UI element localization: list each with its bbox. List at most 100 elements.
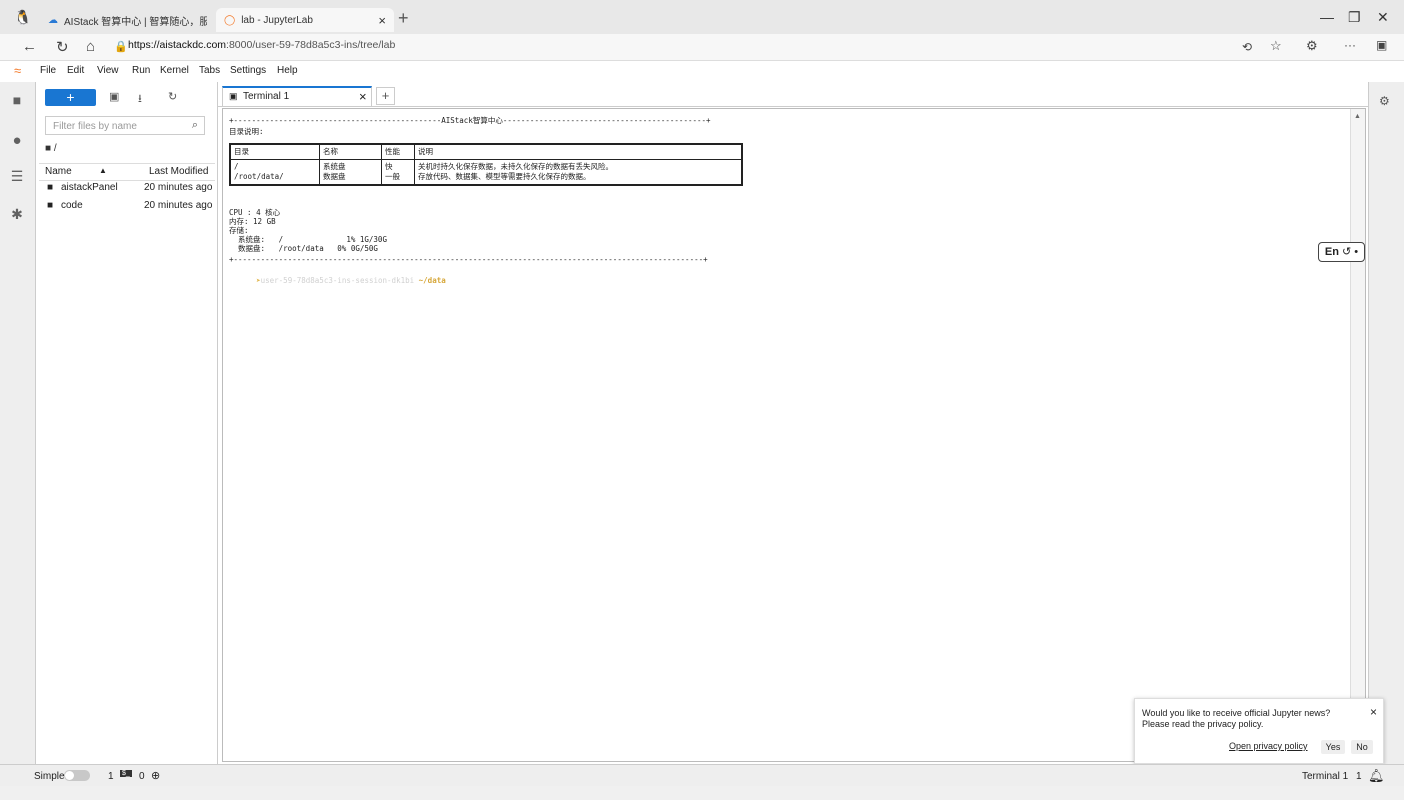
column-name-header[interactable]: Name — [45, 166, 72, 177]
browser-tab-jupyter[interactable]: ◯ lab - JupyterLab × — [216, 8, 394, 32]
extensions-puzzle-icon[interactable]: ✱ — [6, 206, 28, 223]
file-row[interactable]: ■ code 20 minutes ago — [39, 198, 215, 214]
table-cell: 快 一般 — [381, 159, 415, 186]
prompt-path: ~/data — [418, 276, 446, 285]
news-notification: Would you like to receive official Jupyt… — [1134, 698, 1384, 764]
notification-line1: Would you like to receive official Jupyt… — [1142, 708, 1331, 718]
yes-button[interactable]: Yes — [1321, 740, 1345, 754]
menu-run[interactable]: Run — [132, 65, 150, 76]
terminal-count: 0 — [139, 771, 145, 782]
main-dock-area: ▣ Terminal 1 × + +----------------------… — [218, 82, 1368, 764]
notification-line2: Please read the privacy policy. — [1142, 719, 1264, 729]
lock-icon: 🔒 — [114, 41, 128, 53]
menu-kernel[interactable]: Kernel — [160, 65, 189, 76]
search-icon: ⌕ — [191, 119, 198, 131]
breadcrumb[interactable]: ■ / — [45, 143, 57, 154]
file-row[interactable]: ■ aistackPanel 20 minutes ago — [39, 180, 215, 196]
menu-file[interactable]: File — [40, 65, 56, 76]
new-folder-icon[interactable]: ▣ — [109, 90, 119, 103]
new-tab-button[interactable]: + — [398, 8, 409, 29]
table-cell: 关机时持久化保存数据，未持久化保存的数据有丢失风险。 存放代码、数据集、模型等需… — [414, 159, 743, 186]
file-name: aistackPanel — [61, 182, 118, 193]
more-options-icon[interactable]: ··· — [1344, 38, 1356, 52]
close-tab-icon[interactable]: × — [359, 89, 367, 104]
terminal-scrollbar[interactable]: ▲ — [1350, 109, 1365, 761]
translate-icon[interactable]: ⟲ — [1242, 40, 1252, 54]
terminal-disk-data: 数据盘: /root/data 0% 0G/50G — [229, 244, 378, 253]
prompt-user: user-59-78d8a5c3-ins-session-dk1bi — [260, 276, 415, 285]
url-text[interactable]: https://aistackdc.com:8000/user-59-78d8a… — [128, 39, 395, 51]
no-button[interactable]: No — [1351, 740, 1373, 754]
table-row: / /root/data/ 系统盘 数据盘 快 一般 关机时持久化保存数据，未持… — [229, 159, 743, 186]
filter-files-input[interactable] — [51, 120, 185, 133]
new-launcher-button[interactable]: + — [45, 89, 96, 106]
refresh-files-icon[interactable]: ↻ — [168, 90, 177, 103]
table-cell: 系统盘 数据盘 — [319, 159, 382, 186]
language-toggle-button[interactable]: En ↺ • — [1318, 242, 1365, 262]
menu-settings[interactable]: Settings — [230, 65, 266, 76]
property-inspector-icon[interactable]: ⚙ — [1379, 94, 1390, 108]
terminal-icon: ▣ — [229, 91, 238, 101]
table-header-cell: 目录 — [229, 143, 320, 160]
favorite-star-icon[interactable]: ☆ — [1270, 38, 1282, 54]
toggle-knob — [65, 771, 74, 780]
file-modified: 20 minutes ago — [144, 200, 213, 211]
terminal-dir-title: 目录说明: — [229, 127, 264, 136]
table-header-cell: 性能 — [381, 143, 415, 160]
back-icon[interactable]: ← — [22, 38, 37, 55]
extensions-icon[interactable]: ⚙ — [1306, 38, 1318, 54]
column-modified-header[interactable]: Last Modified — [149, 166, 208, 177]
cloud-icon: ☁ — [48, 14, 58, 26]
home-icon[interactable]: ⌂ — [86, 38, 95, 55]
table-of-contents-icon[interactable]: ☰ — [6, 168, 28, 185]
terminal-panel[interactable]: +---------------------------------------… — [222, 108, 1366, 762]
close-window-icon[interactable]: ✕ — [1377, 9, 1389, 26]
restore-icon[interactable]: ❐ — [1348, 9, 1361, 26]
file-list-header: Name ▲ Last Modified — [39, 163, 215, 181]
browser-profile-icon[interactable]: 🐧 — [14, 9, 31, 26]
file-name: code — [61, 200, 83, 211]
table-header-cell: 名称 — [319, 143, 382, 160]
terminal-status-icon: $_ — [120, 770, 132, 777]
folder-icon[interactable]: ■ — [6, 92, 28, 108]
breadcrumb-root: / — [53, 143, 57, 154]
minimize-icon[interactable]: — — [1320, 9, 1334, 25]
upload-icon[interactable]: ⭳ — [138, 90, 142, 109]
open-privacy-policy-link[interactable]: Open privacy policy — [1229, 741, 1308, 751]
menu-help[interactable]: Help — [277, 65, 298, 76]
active-tab-label: Terminal 1 — [1302, 771, 1349, 782]
file-browser: + ▣ ⭳ ↻ ⌕ ■ / Name ▲ Last Modified ■ ais… — [36, 82, 218, 764]
terminal-banner-top: +---------------------------------------… — [229, 116, 711, 125]
simple-mode-label: Simple — [34, 771, 65, 782]
window-bottom-edge — [0, 786, 1404, 800]
running-kernels-icon[interactable]: ● — [6, 132, 28, 149]
tab-terminal-1[interactable]: ▣ Terminal 1 × — [222, 86, 372, 106]
terminal-prompt: ➤user-59-78d8a5c3-ins-session-dk1bi ~/da… — [229, 267, 446, 294]
table-cell: / /root/data/ — [229, 159, 320, 186]
terminal-banner-bottom: +---------------------------------------… — [229, 255, 708, 264]
active-count: 1 — [1356, 771, 1362, 782]
jupyter-favicon-icon: ◯ — [224, 14, 236, 26]
left-activity-bar: ■ ● ☰ ✱ — [0, 82, 36, 764]
menu-tabs[interactable]: Tabs — [199, 65, 220, 76]
file-modified: 20 minutes ago — [144, 182, 213, 193]
jupyter-logo-icon: ≈ — [14, 63, 22, 78]
menu-edit[interactable]: Edit — [67, 65, 84, 76]
close-notification-icon[interactable]: × — [1370, 705, 1377, 719]
scroll-up-icon[interactable]: ▲ — [1354, 113, 1361, 120]
menu-view[interactable]: View — [97, 65, 119, 76]
dock-divider — [218, 106, 1368, 107]
notification-bell-icon[interactable]: 🔔︎ — [1368, 768, 1385, 784]
browser-tab-strip: 🐧 ☁ AIStack 智算中心 | 智算随心，服务 × ◯ lab - Jup… — [0, 0, 1404, 34]
jupyter-menubar: ≈ File Edit View Run Kernel Tabs Setting… — [0, 61, 1404, 83]
refresh-icon[interactable]: ↻ — [56, 38, 69, 56]
add-tab-button[interactable]: + — [376, 87, 395, 105]
browser-tab-aistack[interactable]: ☁ AIStack 智算中心 | 智算随心，服务 × — [40, 8, 215, 32]
sort-ascending-icon[interactable]: ▲ — [99, 166, 107, 175]
browser-tab-title: lab - JupyterLab — [241, 14, 313, 26]
close-tab-icon[interactable]: × — [378, 13, 386, 28]
filter-files-field[interactable]: ⌕ — [45, 116, 205, 135]
ime-icon: ↺ • — [1338, 246, 1359, 258]
right-sidebar: ⚙ — [1368, 82, 1404, 764]
sidebar-icon[interactable]: ▣ — [1376, 38, 1387, 52]
